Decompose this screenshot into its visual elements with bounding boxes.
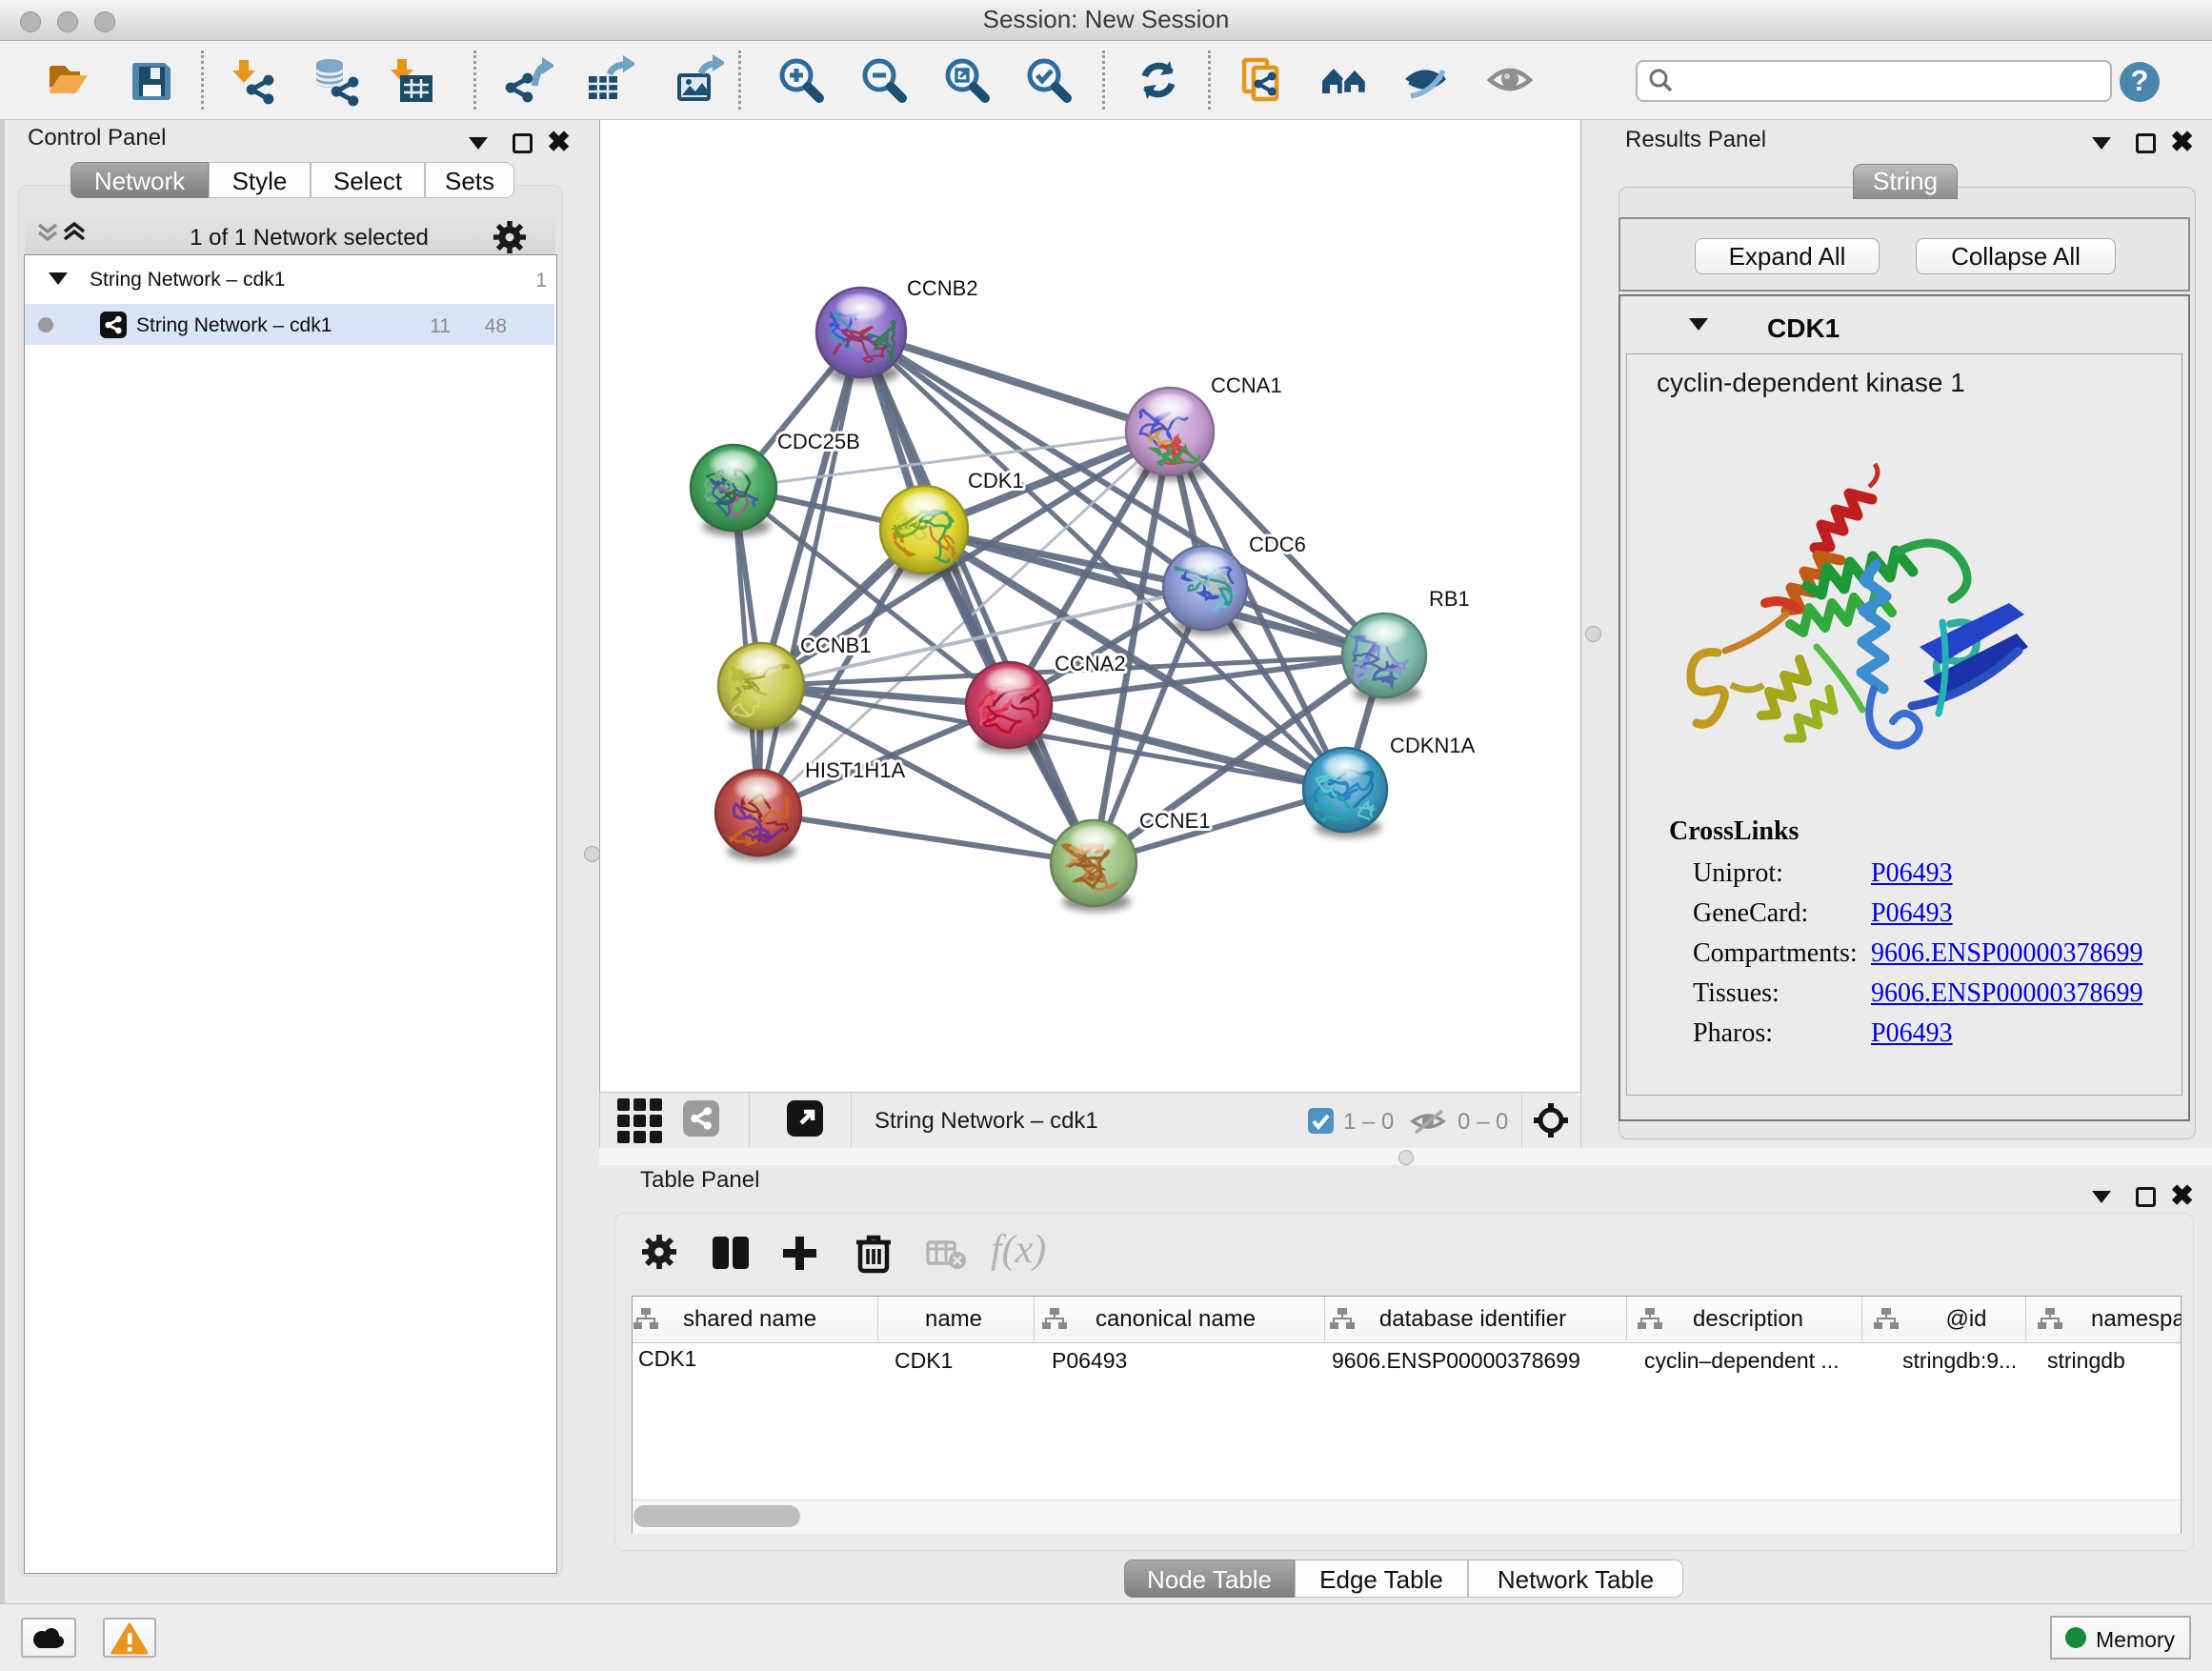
svg-text:CCNE1: CCNE1 — [1139, 809, 1211, 833]
svg-text:CDK1: CDK1 — [968, 469, 1024, 493]
svg-text:RB1: RB1 — [1429, 587, 1470, 611]
svg-text:CCNA1: CCNA1 — [1211, 373, 1282, 397]
svg-text:CCNA2: CCNA2 — [1055, 652, 1126, 675]
svg-text:CDKN1A: CDKN1A — [1390, 734, 1476, 757]
svg-text:CDC25B: CDC25B — [777, 430, 860, 453]
svg-text:HIST1H1A: HIST1H1A — [805, 758, 905, 782]
svg-text:CDC6: CDC6 — [1249, 533, 1306, 556]
svg-text:CCNB1: CCNB1 — [800, 634, 872, 657]
svg-text:CCNB2: CCNB2 — [907, 276, 978, 300]
